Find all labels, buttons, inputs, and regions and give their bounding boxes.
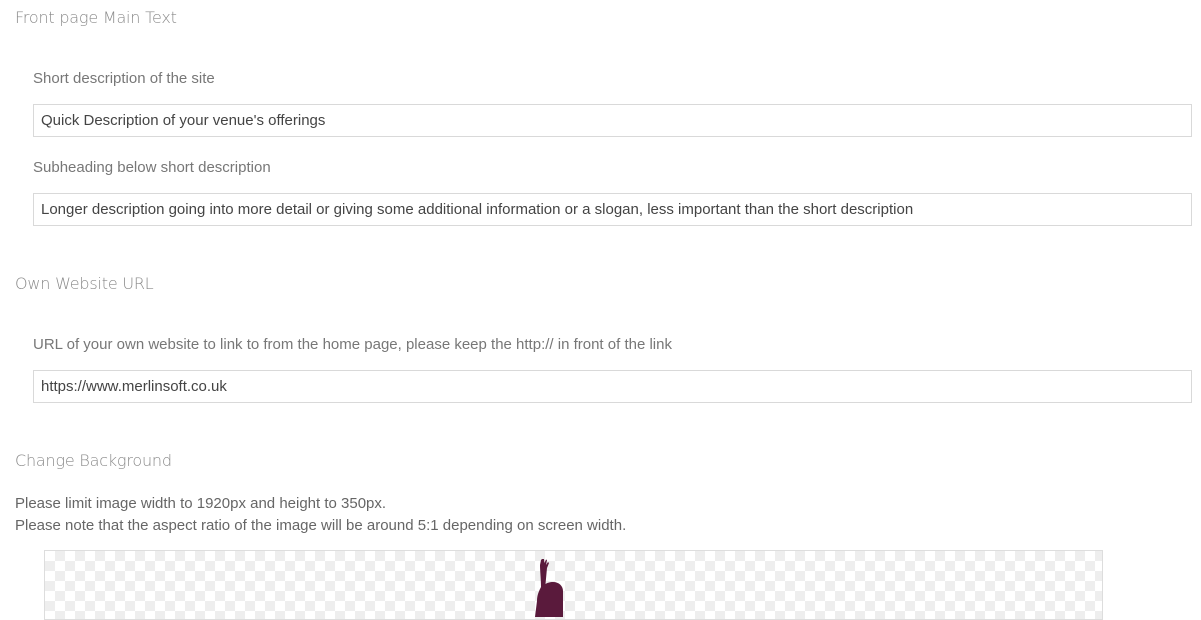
image-size-note: Please limit image width to 1920px and h…: [15, 495, 387, 512]
subheading-input[interactable]: [33, 193, 1192, 226]
aspect-ratio-note: Please note that the aspect ratio of the…: [15, 517, 627, 534]
website-url-label: URL of your own website to link to from …: [33, 336, 672, 353]
own-website-url-heading: Own Website URL: [15, 274, 154, 293]
subheading-label: Subheading below short description: [33, 159, 271, 176]
dancer-silhouette-icon: [535, 559, 563, 617]
change-background-heading: Change Background: [15, 451, 172, 470]
short-description-label: Short description of the site: [33, 70, 215, 87]
short-description-input[interactable]: [33, 104, 1192, 137]
website-url-input[interactable]: [33, 370, 1192, 403]
front-page-main-text-heading: Front page Main Text: [15, 8, 177, 27]
background-image-preview[interactable]: [44, 550, 1103, 620]
